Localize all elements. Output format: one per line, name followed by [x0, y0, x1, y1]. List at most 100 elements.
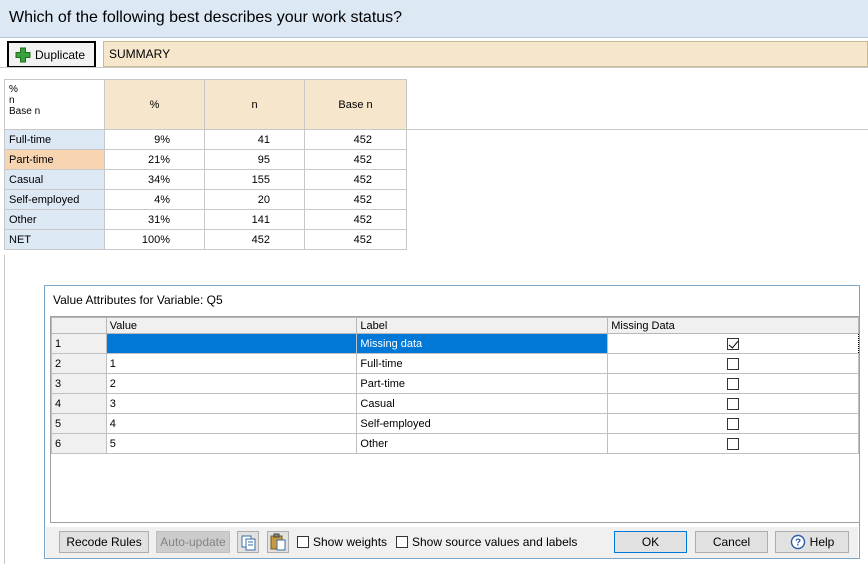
column-header-missing[interactable]: Missing Data [607, 317, 859, 334]
question-title: Which of the following best describes yo… [0, 0, 868, 38]
value-cell[interactable]: 4 [105, 413, 358, 434]
column-header-label[interactable]: Label [356, 317, 609, 334]
value-cell[interactable]: 2 [105, 373, 358, 394]
missing-cell[interactable] [607, 413, 859, 434]
paste-button[interactable] [267, 531, 289, 553]
svg-text:?: ? [795, 538, 801, 549]
grid-row[interactable]: 2 1 Full-time [51, 353, 859, 374]
show-weights-checkbox[interactable] [297, 536, 309, 548]
auto-update-button[interactable]: Auto-update [156, 531, 230, 553]
missing-cell[interactable] [607, 333, 859, 354]
table-row: Casual 34% 155 452 [4, 169, 407, 190]
cell-base: 452 [304, 229, 407, 250]
value-cell[interactable]: 5 [105, 433, 358, 454]
missing-cell[interactable] [607, 433, 859, 454]
missing-cell[interactable] [607, 353, 859, 374]
grid-row[interactable]: 4 3 Casual [51, 393, 859, 414]
cell-n: 20 [204, 189, 305, 210]
missing-checkbox[interactable] [727, 437, 740, 450]
plus-icon [15, 47, 31, 62]
duplicate-button[interactable]: Duplicate [7, 41, 96, 68]
table-row: NET 100% 452 452 [4, 229, 407, 250]
row-number[interactable]: 3 [51, 373, 107, 394]
cell-pct: 31% [104, 209, 205, 230]
missing-checkbox[interactable] [727, 377, 740, 390]
column-header-n[interactable]: n [204, 79, 305, 130]
help-icon: ? [790, 534, 805, 550]
corner-line: n [9, 95, 15, 106]
grid-row[interactable]: 5 4 Self-employed [51, 413, 859, 434]
row-label[interactable]: Full-time [4, 129, 105, 150]
row-number[interactable]: 5 [51, 413, 107, 434]
table-row: Part-time 21% 95 452 [4, 149, 407, 170]
column-header-pct[interactable]: % [104, 79, 205, 130]
cancel-button[interactable]: Cancel [695, 531, 768, 553]
grid-header-row: Value Label Missing Data [51, 317, 859, 334]
missing-cell[interactable] [607, 373, 859, 394]
missing-checkbox[interactable] [727, 417, 740, 430]
row-label[interactable]: Self-employed [4, 189, 105, 210]
row-label[interactable]: Part-time [4, 149, 105, 170]
cell-n: 452 [204, 229, 305, 250]
value-cell[interactable] [105, 333, 358, 354]
duplicate-label: Duplicate [35, 47, 86, 62]
recode-rules-button[interactable]: Recode Rules [59, 531, 149, 553]
copy-icon [241, 535, 256, 551]
cell-pct: 100% [104, 229, 205, 250]
value-cell[interactable]: 1 [105, 353, 358, 374]
cell-pct: 34% [104, 169, 205, 190]
row-label[interactable]: Other [4, 209, 105, 230]
value-attributes-grid: Value Label Missing Data 1 Missing data … [50, 316, 860, 523]
show-weights-label: Show weights [313, 535, 388, 549]
cell-base: 452 [304, 149, 407, 170]
corner-cell: % n Base n [4, 79, 105, 130]
value-attributes-dialog: Value Attributes for Variable: Q5 Value … [44, 285, 860, 559]
row-label[interactable]: Casual [4, 169, 105, 190]
help-label: Help [809, 535, 835, 549]
table-row: Self-employed 4% 20 452 [4, 189, 407, 210]
column-header-base[interactable]: Base n [304, 79, 407, 130]
table-row: Other 31% 141 452 [4, 209, 407, 230]
label-cell[interactable]: Missing data [356, 333, 609, 354]
show-weights-option[interactable]: Show weights [297, 535, 387, 549]
dialog-button-bar: Recode Rules Auto-update Show weights Sh… [46, 527, 858, 558]
label-cell[interactable]: Casual [356, 393, 609, 414]
cell-n: 141 [204, 209, 305, 230]
cell-n: 41 [204, 129, 305, 150]
grid-row[interactable]: 1 Missing data [51, 333, 859, 354]
show-source-option[interactable]: Show source values and labels [396, 535, 577, 549]
summary-bar[interactable]: SUMMARY [103, 41, 868, 67]
label-cell[interactable]: Self-employed [356, 413, 609, 434]
missing-cell[interactable] [607, 393, 859, 414]
ok-button[interactable]: OK [614, 531, 687, 553]
show-source-checkbox[interactable] [396, 536, 408, 548]
column-header-value[interactable]: Value [105, 317, 358, 334]
toolbar-divider [0, 67, 868, 68]
label-cell[interactable]: Other [356, 433, 609, 454]
help-button[interactable]: ? Help [775, 531, 849, 553]
label-cell[interactable]: Part-time [356, 373, 609, 394]
cell-pct: 4% [104, 189, 205, 210]
cell-pct: 21% [104, 149, 205, 170]
row-label[interactable]: NET [4, 229, 105, 250]
show-source-label: Show source values and labels [412, 535, 578, 549]
row-number[interactable]: 1 [51, 333, 107, 354]
row-number[interactable]: 2 [51, 353, 107, 374]
cell-base: 452 [304, 189, 407, 210]
row-number[interactable]: 4 [51, 393, 107, 414]
corner-line: Base n [9, 106, 41, 117]
corner-line: % [9, 84, 18, 95]
cell-n: 155 [204, 169, 305, 190]
value-cell[interactable]: 3 [105, 393, 358, 414]
pane-border [4, 255, 5, 564]
paste-icon [270, 533, 286, 551]
missing-checkbox[interactable] [727, 357, 740, 370]
missing-checkbox[interactable] [727, 397, 740, 410]
table-row: Full-time 9% 41 452 [4, 129, 407, 150]
missing-checkbox[interactable] [727, 337, 740, 350]
copy-button[interactable] [237, 531, 259, 553]
grid-row[interactable]: 6 5 Other [51, 433, 859, 454]
row-number[interactable]: 6 [51, 433, 107, 454]
grid-row[interactable]: 3 2 Part-time [51, 373, 859, 394]
label-cell[interactable]: Full-time [356, 353, 609, 374]
